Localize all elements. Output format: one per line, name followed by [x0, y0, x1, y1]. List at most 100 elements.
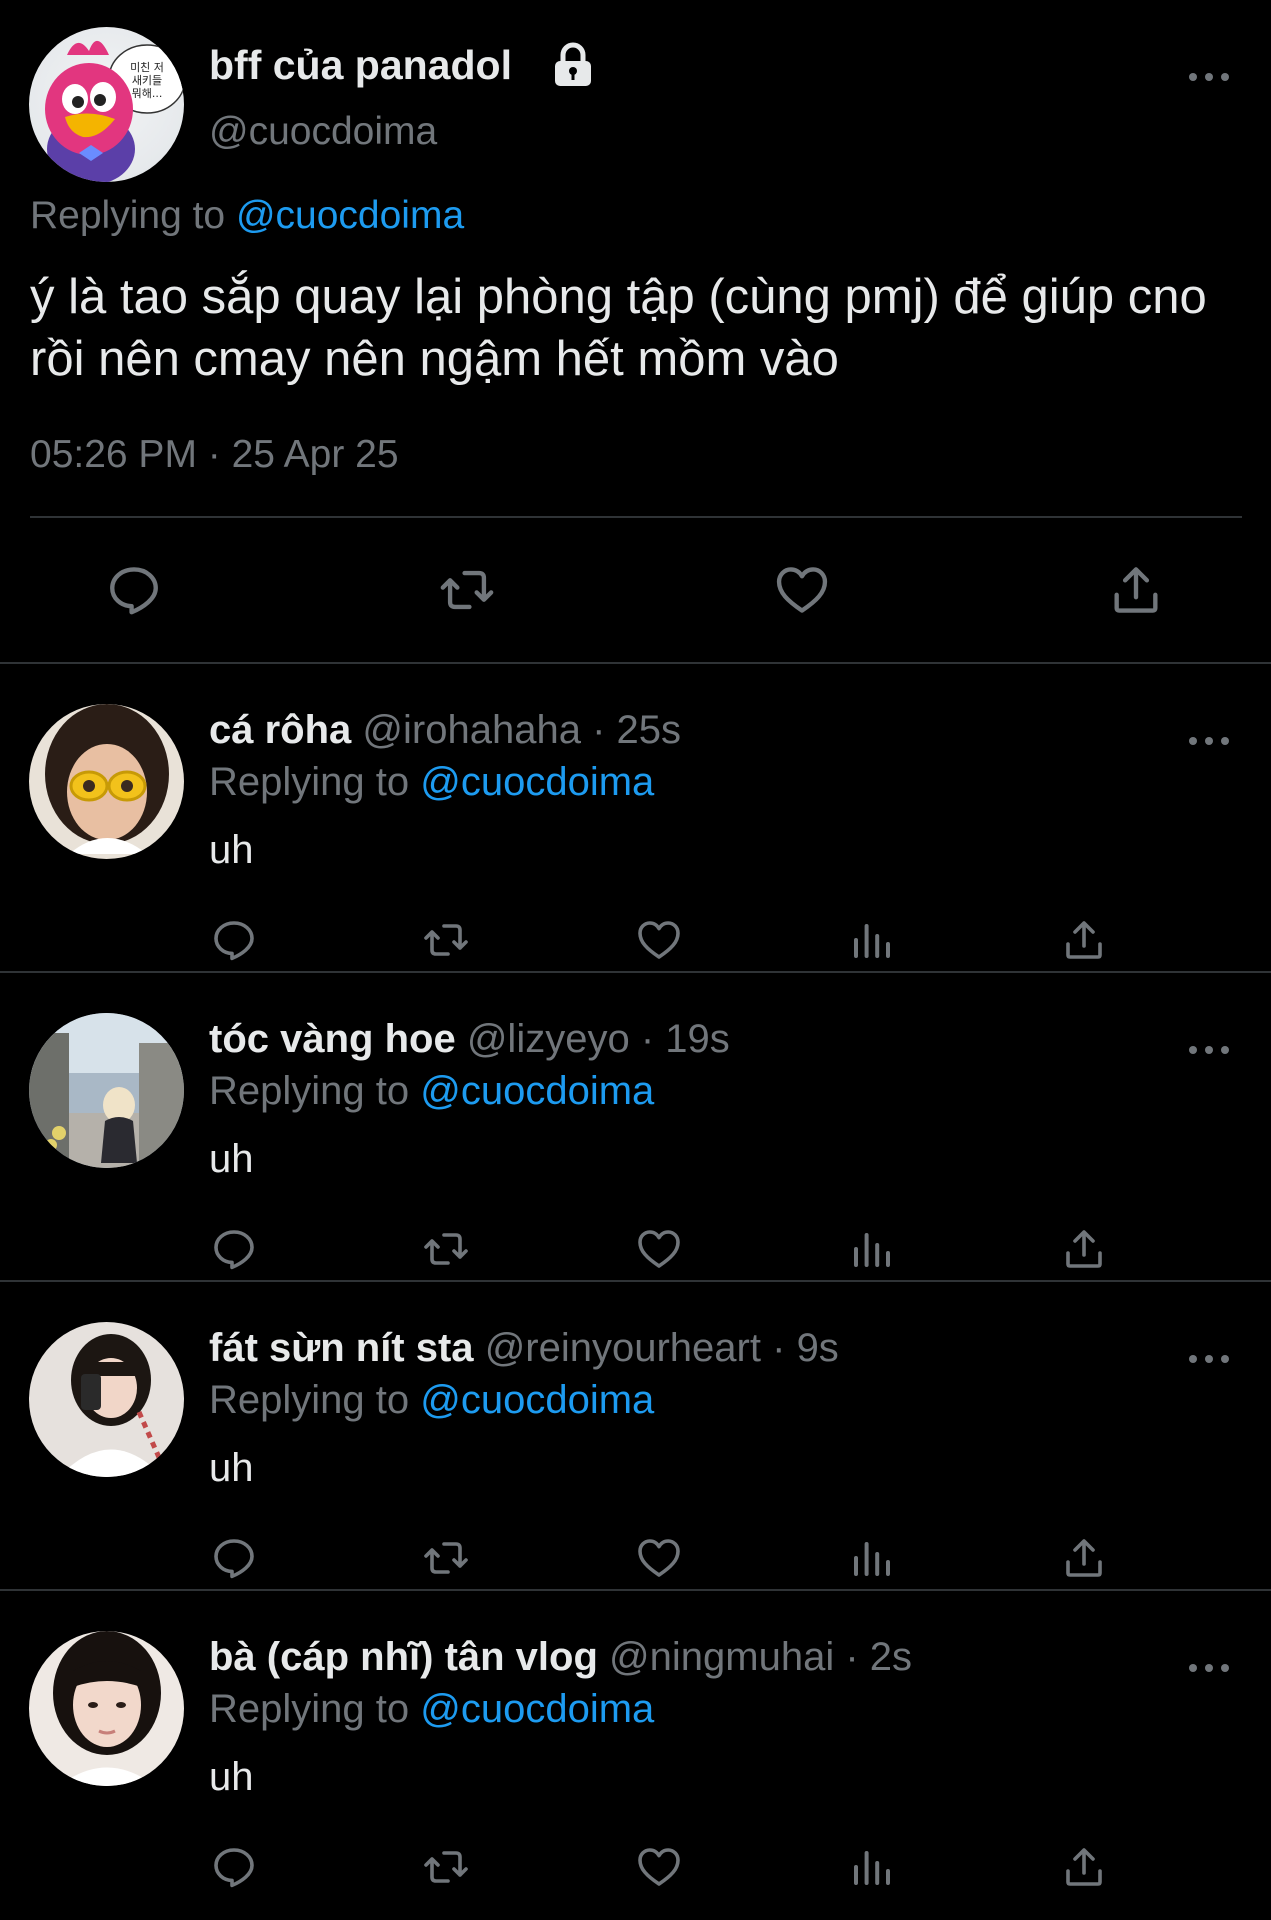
reply-header: cá rôha @irohahaha · 25s [209, 708, 681, 753]
retweet-button[interactable] [422, 1843, 470, 1891]
like-icon [776, 567, 828, 613]
retweet-icon [424, 924, 468, 956]
avatar[interactable] [29, 1013, 184, 1168]
share-button[interactable] [1060, 1225, 1108, 1273]
reply-button[interactable] [105, 561, 163, 619]
avatar-speech-line-2: 새키들 [132, 74, 162, 87]
like-button[interactable] [635, 1843, 683, 1891]
reply-button[interactable] [210, 1225, 258, 1273]
reply-header: tóc vàng hoe @lizyeyo · 19s [209, 1017, 730, 1062]
mention-link[interactable]: @cuocdoima [420, 1378, 654, 1422]
share-button[interactable] [1060, 1534, 1108, 1582]
display-name[interactable]: fát sừn nít sta [209, 1326, 474, 1370]
lock-icon [555, 42, 591, 86]
more-icon[interactable] [1186, 1037, 1232, 1063]
handle[interactable]: @ningmuhai [609, 1635, 834, 1679]
display-name[interactable]: bff của panadol [209, 42, 512, 89]
display-name[interactable]: cá rôha [209, 708, 351, 752]
separator-dot: · [592, 708, 606, 752]
reply-button[interactable] [210, 1534, 258, 1582]
more-icon[interactable] [1186, 64, 1232, 90]
like-icon [638, 1230, 680, 1268]
views-icon [854, 924, 890, 958]
avatar[interactable]: 미친 저 새키들 뭐해... [29, 27, 184, 182]
like-button[interactable] [635, 916, 683, 964]
handle[interactable]: @irohahaha [362, 708, 581, 752]
reply-tweet[interactable]: tóc vàng hoe @lizyeyo · 19s Replying to … [0, 971, 1271, 1280]
reply-button[interactable] [210, 1843, 258, 1891]
avatar[interactable] [29, 704, 184, 859]
display-name[interactable]: tóc vàng hoe [209, 1017, 456, 1061]
reply-icon [214, 1230, 254, 1270]
more-icon[interactable] [1186, 1655, 1232, 1681]
views-button[interactable] [848, 1843, 896, 1891]
retweet-icon [424, 1851, 468, 1883]
like-button[interactable] [635, 1534, 683, 1582]
like-button[interactable] [773, 561, 831, 619]
retweet-button[interactable] [422, 1534, 470, 1582]
like-button[interactable] [635, 1225, 683, 1273]
like-icon [638, 921, 680, 959]
views-icon [854, 1851, 890, 1885]
reply-tweet[interactable]: bà (cáp nhĩ) tân vlog @ningmuhai · 2s Re… [0, 1589, 1271, 1920]
tweet-thread: 미친 저 새키들 뭐해... bff của panadol @cuocdoim… [0, 0, 1271, 1920]
retweet-button[interactable] [438, 561, 496, 619]
share-icon [1066, 1230, 1102, 1268]
cartoon-penguin-avatar: 미친 저 새키들 뭐해... [45, 40, 184, 182]
share-button[interactable] [1060, 1843, 1108, 1891]
avatar[interactable] [29, 1631, 184, 1786]
handle[interactable]: @reinyourheart [485, 1326, 761, 1370]
avatar[interactable] [29, 1322, 184, 1477]
retweet-button[interactable] [422, 1225, 470, 1273]
handle[interactable]: @cuocdoima [209, 110, 437, 154]
retweet-icon [424, 1542, 468, 1574]
reply-text: uh [209, 1446, 254, 1490]
mention-link[interactable]: @cuocdoima [420, 760, 654, 804]
mention-link[interactable]: @cuocdoima [236, 194, 464, 237]
reply-header: fát sừn nít sta @reinyourheart · 9s [209, 1326, 839, 1371]
like-icon [638, 1848, 680, 1886]
reply-tweet[interactable]: fát sừn nít sta @reinyourheart · 9s Repl… [0, 1280, 1271, 1589]
divider [30, 516, 1242, 518]
reply-text: uh [209, 1755, 254, 1799]
views-button[interactable] [848, 1534, 896, 1582]
replying-prefix: Replying to [209, 1069, 421, 1113]
replying-to: Replying to @cuocdoima [209, 1378, 654, 1423]
share-button[interactable] [1107, 561, 1165, 619]
views-icon [854, 1542, 890, 1576]
relative-time[interactable]: 19s [665, 1017, 730, 1061]
main-tweet[interactable]: 미친 저 새키들 뭐해... bff của panadol @cuocdoim… [0, 0, 1271, 662]
handle[interactable]: @lizyeyo [467, 1017, 630, 1061]
tweet-text: ý là tao sắp quay lại phòng tập (cùng pm… [30, 270, 1207, 386]
separator-dot: · [845, 1635, 859, 1679]
reply-button[interactable] [210, 916, 258, 964]
relative-time[interactable]: 9s [797, 1326, 839, 1370]
views-button[interactable] [848, 1225, 896, 1273]
relative-time[interactable]: 25s [617, 708, 682, 752]
display-name[interactable]: bà (cáp nhĩ) tân vlog [209, 1635, 598, 1679]
reply-tweet[interactable]: cá rôha @irohahaha · 25s Replying to @cu… [0, 662, 1271, 971]
relative-time[interactable]: 2s [870, 1635, 912, 1679]
mention-link[interactable]: @cuocdoima [420, 1687, 654, 1731]
share-icon [1066, 921, 1102, 959]
retweet-button[interactable] [422, 916, 470, 964]
more-icon[interactable] [1186, 728, 1232, 754]
more-icon[interactable] [1186, 1346, 1232, 1372]
views-button[interactable] [848, 916, 896, 964]
timestamp[interactable]: 05:26 PM · 25 Apr 25 [30, 433, 399, 477]
avatar-photo [29, 1322, 184, 1477]
share-icon [1066, 1848, 1102, 1886]
replying-to: Replying to @cuocdoima [30, 194, 464, 238]
avatar-photo [29, 704, 184, 859]
reply-header: bà (cáp nhĩ) tân vlog @ningmuhai · 2s [209, 1635, 912, 1680]
replying-prefix: Replying to [209, 1378, 421, 1422]
replying-to: Replying to @cuocdoima [209, 1069, 654, 1114]
reply-icon [110, 567, 158, 615]
reply-icon [214, 1539, 254, 1579]
views-icon [854, 1233, 890, 1267]
like-icon [638, 1539, 680, 1577]
share-button[interactable] [1060, 916, 1108, 964]
separator-dot: · [640, 1017, 655, 1061]
mention-link[interactable]: @cuocdoima [420, 1069, 654, 1113]
replying-prefix: Replying to [30, 194, 236, 237]
